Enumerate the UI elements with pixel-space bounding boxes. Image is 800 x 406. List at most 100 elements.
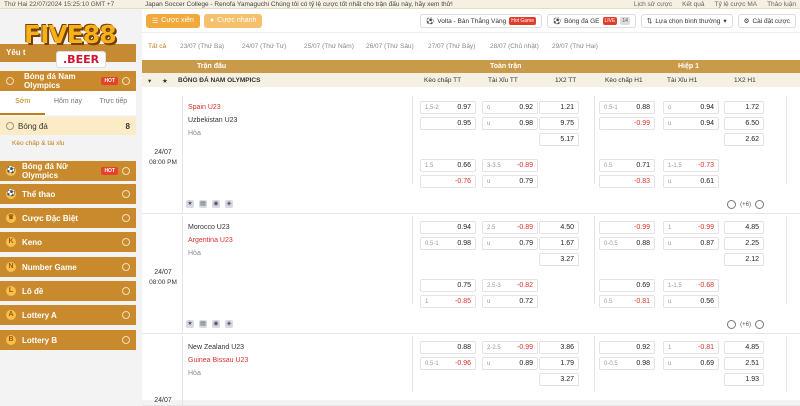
odds-cell[interactable]: 2.5 -0.89	[482, 221, 538, 234]
sidebar-item-lo-de[interactable]: L Lô đề	[0, 281, 136, 301]
parlay-button[interactable]: ☰ Cược xiên	[146, 13, 200, 28]
bet-settings-button[interactable]: ⚙ Cài đặt cược	[737, 14, 796, 28]
odds-cell[interactable]: 1.67	[539, 237, 579, 250]
odds-cell[interactable]: 2.62	[724, 133, 764, 146]
date-tab[interactable]: 28/07 (Chủ nhật)	[490, 43, 552, 50]
tab-early[interactable]: Sớm	[0, 91, 46, 115]
odds-cell[interactable]: 1.5-2 0.97	[420, 101, 476, 114]
odds-cell[interactable]: u 0.94	[663, 117, 719, 130]
odds-cell[interactable]: 1.5 0.66	[420, 159, 476, 172]
odds-cell[interactable]: 4.85	[724, 221, 764, 234]
odds-cell[interactable]: u 0.79	[482, 237, 538, 250]
odds-cell[interactable]: 2.12	[724, 253, 764, 266]
odds-cell[interactable]: 0.5 -0.81	[599, 295, 655, 308]
date-tab[interactable]: 23/07 (Thứ Ba)	[180, 43, 242, 50]
star-icon[interactable]: ★	[186, 200, 194, 208]
sidebar-item-soccer[interactable]: Bóng đá 8	[0, 117, 136, 135]
odds-type-link[interactable]: Tỷ lệ cược MA	[715, 1, 758, 8]
odds-cell[interactable]: u 0.89	[482, 357, 538, 370]
eye-icon[interactable]: ◉	[212, 200, 220, 208]
odds-cell[interactable]: 1-1.5 -0.68	[663, 279, 719, 292]
odds-cell[interactable]: 0-0.5 0.98	[599, 357, 655, 370]
odds-cell[interactable]: 0-0.5 0.88	[599, 237, 655, 250]
odds-cell[interactable]: 1 -0.81	[663, 341, 719, 354]
more-markets[interactable]: (+6)	[727, 200, 764, 209]
odds-cell[interactable]: 3.27	[539, 253, 579, 266]
odds-cell[interactable]: 0.95	[420, 117, 476, 130]
sidebar-item-lottery-b[interactable]: B Lottery B	[0, 330, 136, 350]
odds-cell[interactable]: 0.5-1 -0.96	[420, 357, 476, 370]
odds-cell[interactable]: u 0.98	[482, 117, 538, 130]
trophy-icon[interactable]: ◈	[225, 200, 233, 208]
eye-icon[interactable]: ◉	[212, 320, 220, 328]
stats-icon[interactable]: ▤	[199, 320, 207, 328]
odds-cell[interactable]: 0.5-1 0.88	[599, 101, 655, 114]
odds-cell[interactable]: -0.83	[599, 175, 655, 188]
odds-cell[interactable]: 2.5-3 -0.82	[482, 279, 538, 292]
quick-bet-button[interactable]: ● Cược nhanh	[203, 13, 263, 28]
odds-cell[interactable]: 1 -0.99	[663, 221, 719, 234]
odds-cell[interactable]: o 0.92	[482, 101, 538, 114]
odds-cell[interactable]: 0.5-1 0.98	[420, 237, 476, 250]
odds-cell[interactable]: 0.69	[599, 279, 655, 292]
odds-cell[interactable]: 1.79	[539, 357, 579, 370]
tab-live[interactable]: Trực tiếp	[91, 91, 136, 115]
tab-today[interactable]: Hôm nay	[45, 91, 90, 115]
sidebar-item-number-game[interactable]: N Number Game	[0, 257, 136, 277]
sort-select[interactable]: ⇅ Lựa chọn bình thường ▾	[640, 14, 733, 28]
trophy-icon[interactable]: ◈	[225, 320, 233, 328]
odds-cell[interactable]: 1.21	[539, 101, 579, 114]
odds-cell[interactable]: u 0.69	[663, 357, 719, 370]
results-link[interactable]: Kết quả	[682, 1, 704, 8]
odds-cell[interactable]: -0.76	[420, 175, 476, 188]
odds-cell[interactable]: 1.72	[724, 101, 764, 114]
odds-cell[interactable]: 3.86	[539, 341, 579, 354]
odds-cell[interactable]: 2.25	[724, 237, 764, 250]
odds-cell[interactable]: 0.75	[420, 279, 476, 292]
date-tab[interactable]: 26/07 (Thứ Sáu)	[366, 43, 428, 50]
date-tab[interactable]: 24/07 (Thứ Tư)	[242, 43, 304, 50]
volta-button[interactable]: ⚽ Volta - Bàn Thắng Vàng Hot Game	[420, 14, 542, 28]
odds-cell[interactable]: u 0.87	[663, 237, 719, 250]
odds-cell[interactable]: 3.27	[539, 373, 579, 386]
odds-cell[interactable]: -0.99	[599, 117, 655, 130]
odds-cell[interactable]: 0.94	[420, 221, 476, 234]
sidebar-item-special-bets[interactable]: ♛ Cược Đặc Biệt	[0, 208, 136, 228]
more-markets[interactable]: (+6)	[727, 320, 764, 329]
odds-cell[interactable]: u 0.61	[663, 175, 719, 188]
odds-cell[interactable]: u 0.72	[482, 295, 538, 308]
odds-cell[interactable]: 4.85	[724, 341, 764, 354]
odds-cell[interactable]: 2.51	[724, 357, 764, 370]
live-soccer-button[interactable]: ⚽ Bóng đá GE LIVE 14	[547, 14, 636, 28]
date-tab-all[interactable]: Tất cả	[148, 43, 180, 50]
odds-cell[interactable]: 1.93	[724, 373, 764, 386]
odds-cell[interactable]: 6.50	[724, 117, 764, 130]
odds-cell[interactable]: 3-3.5 -0.89	[482, 159, 538, 172]
collapse-icon[interactable]: ▾	[148, 77, 151, 85]
sidebar-olympics-men[interactable]: Bóng đá Nam Olympics HOT	[0, 71, 136, 91]
date-tab[interactable]: 25/07 (Thứ Năm)	[304, 43, 366, 50]
odds-cell[interactable]: 0.5 0.71	[599, 159, 655, 172]
odds-cell[interactable]: 0.92	[599, 341, 655, 354]
odds-cell[interactable]: u 0.79	[482, 175, 538, 188]
date-tab[interactable]: 29/07 (Thứ Hai)	[552, 43, 614, 50]
sidebar-item-olympics-women[interactable]: ⚽ Bóng đá Nữ Olympics HOT	[0, 161, 136, 181]
handicap-ou-link[interactable]: Kèo chấp & tài xỉu	[12, 140, 64, 147]
odds-cell[interactable]: 4.50	[539, 221, 579, 234]
odds-cell[interactable]: 9.75	[539, 117, 579, 130]
star-icon[interactable]: ★	[162, 77, 168, 85]
odds-cell[interactable]: 0.88	[420, 341, 476, 354]
odds-cell[interactable]: -0.99	[599, 221, 655, 234]
stats-icon[interactable]: ▤	[199, 200, 207, 208]
odds-cell[interactable]: o 0.94	[663, 101, 719, 114]
date-tab[interactable]: 27/07 (Thứ Bảy)	[428, 43, 490, 50]
star-icon[interactable]: ★	[186, 320, 194, 328]
sidebar-item-lottery-a[interactable]: A Lottery A	[0, 305, 136, 325]
odds-cell[interactable]: 5.17	[539, 133, 579, 146]
sidebar-item-sports[interactable]: ⚽ Thể thao	[0, 184, 136, 204]
odds-cell[interactable]: 1-1.5 -0.73	[663, 159, 719, 172]
discussion-link[interactable]: Thảo luận	[767, 1, 796, 8]
odds-cell[interactable]: u 0.56	[663, 295, 719, 308]
odds-cell[interactable]: 1 -0.85	[420, 295, 476, 308]
sidebar-item-keno[interactable]: K Keno	[0, 232, 136, 252]
